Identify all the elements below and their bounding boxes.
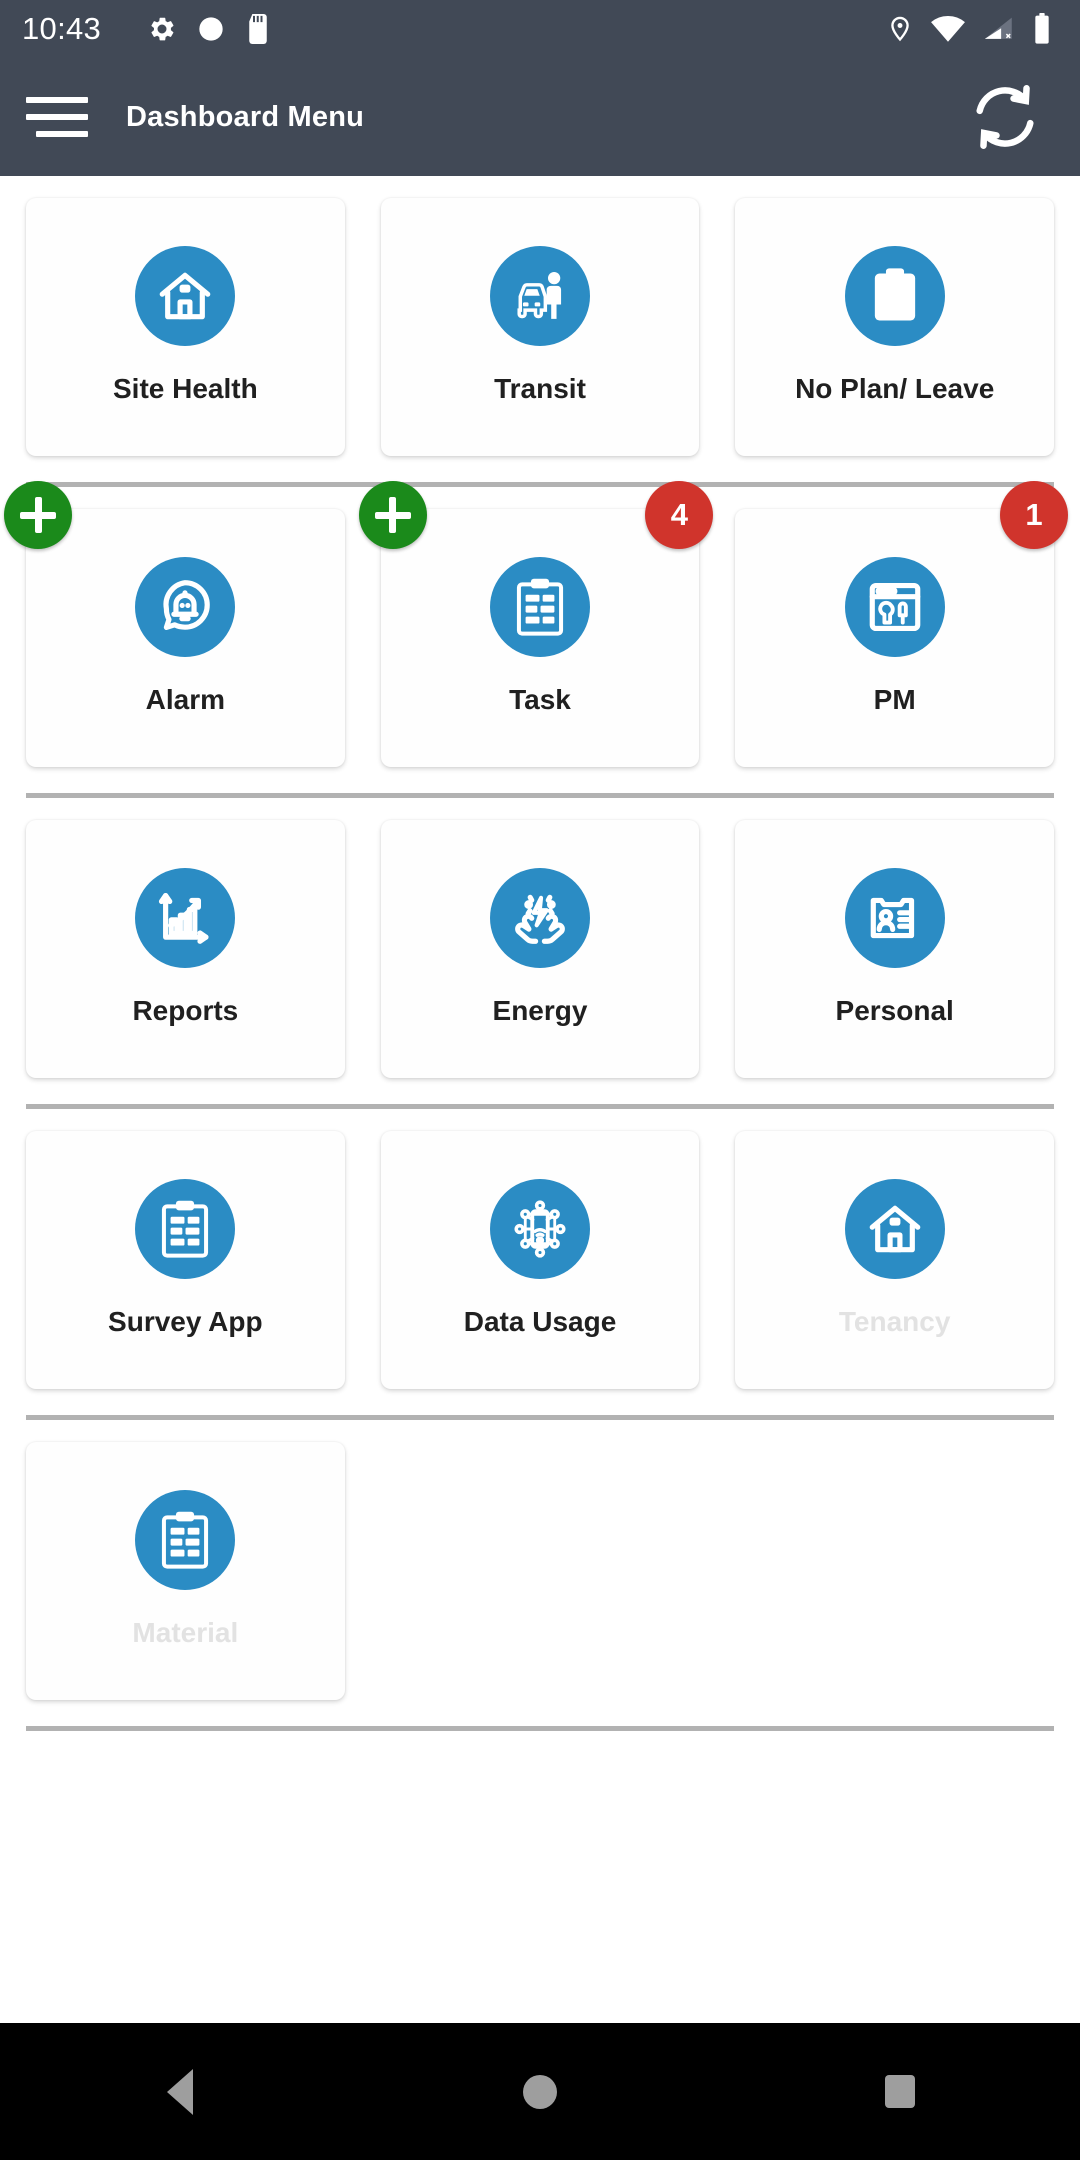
dashboard-row: Reports Energy Personal <box>0 798 1080 1078</box>
row-divider <box>26 1726 1054 1731</box>
dashboard-card-label: Task <box>509 684 571 715</box>
clipboard-survey-icon <box>135 1490 236 1590</box>
dashboard-card-tenancy: Tenancy <box>735 1131 1055 1389</box>
home-button[interactable] <box>480 2023 600 2160</box>
dashboard-cell-no-plan-leave: No Plan/ Leave <box>735 198 1055 456</box>
dashboard-cell-transit: Transit <box>380 198 700 456</box>
circle-icon <box>197 15 225 43</box>
dashboard-card-label: Material <box>132 1617 239 1648</box>
dashboard-card-label: PM <box>873 684 916 715</box>
dashboard-card-label: Personal <box>835 995 954 1026</box>
home-circle-icon <box>523 2074 557 2109</box>
dashboard-row: Site Health Transit No Plan/ Leave <box>0 176 1080 456</box>
house-icon <box>844 1179 945 1279</box>
dashboard-card-label: Transit <box>494 373 586 404</box>
dashboard-card-data-usage[interactable]: Data Usage <box>380 1131 700 1389</box>
hamburger-line <box>26 114 88 120</box>
dashboard-card-label: Site Health <box>112 373 258 404</box>
badge-count-task: 4 <box>645 481 714 549</box>
wifi-icon <box>930 15 966 43</box>
dashboard-card-survey-app[interactable]: Survey App <box>26 1131 345 1389</box>
android-navigation-bar <box>0 2023 1080 2160</box>
dashboard-cell-data-usage: Data Usage <box>380 1131 700 1389</box>
dashboard-cell-task: Task 4 <box>358 481 714 767</box>
dashboard-row: Alarm Task 4 PM 1 <box>0 481 1080 767</box>
dashboard-card-energy[interactable]: Energy <box>380 820 700 1078</box>
sd-card-icon <box>245 14 271 44</box>
dashboard-card-label: Survey App <box>108 1306 263 1337</box>
dashboard-row-cells: Material <box>26 1420 1054 1700</box>
back-triangle-icon <box>167 2068 193 2115</box>
maintenance-tools-icon <box>844 557 945 657</box>
clipboard-survey-icon <box>135 1179 236 1279</box>
dashboard-card-label: Reports <box>132 995 239 1026</box>
clipboard-list-icon <box>490 557 590 657</box>
dashboard-row-cells: Reports Energy Personal <box>26 798 1055 1078</box>
dashboard-card-task[interactable]: Task <box>380 509 700 767</box>
cellular-no-signal-icon <box>982 15 1016 43</box>
dashboard-card-material: Material <box>26 1442 345 1700</box>
hamburger-line <box>36 131 88 137</box>
dashboard-cell-energy: Energy <box>380 820 700 1078</box>
dashboard-row-cells: Alarm Task 4 PM 1 <box>4 481 1069 767</box>
dashboard-cell-reports: Reports <box>26 820 345 1078</box>
dashboard-card-transit[interactable]: Transit <box>380 198 700 456</box>
dashboard-row-cells: Site Health Transit No Plan/ Leave <box>26 176 1055 456</box>
sync-refresh-icon[interactable] <box>964 76 1046 158</box>
dashboard-cell-pm: PM 1 <box>735 481 1069 767</box>
dashboard-cell-survey-app: Survey App <box>26 1131 345 1389</box>
add-alarm-button[interactable] <box>4 481 72 549</box>
dashboard-card-alarm[interactable]: Alarm <box>26 509 345 767</box>
dashboard-card-personal[interactable]: Personal <box>735 820 1055 1078</box>
status-bar-left: 10:43 <box>22 11 271 47</box>
dashboard-grid: Site Health Transit No Plan/ Leave Alarm <box>0 176 1080 2023</box>
id-card-icon <box>844 868 945 968</box>
bell-alert-icon <box>135 557 236 657</box>
add-task-button[interactable] <box>358 481 427 549</box>
dashboard-card-label: Energy <box>492 995 588 1026</box>
bar-chart-growth-icon <box>135 868 236 968</box>
recents-square-icon <box>885 2075 915 2108</box>
house-icon <box>135 246 236 346</box>
phone-screen: 10:43 Dashboard Menu Site Health Transit… <box>0 0 1080 2160</box>
recents-button[interactable] <box>840 2023 960 2160</box>
phone-network-icon <box>490 1179 590 1279</box>
back-button[interactable] <box>120 2023 240 2160</box>
status-bar-clock: 10:43 <box>22 11 102 46</box>
dashboard-card-site-health[interactable]: Site Health <box>26 198 345 456</box>
dashboard-cell-personal: Personal <box>735 820 1055 1078</box>
dashboard-cell-alarm: Alarm <box>4 481 345 767</box>
clipboard-blank-icon <box>844 246 945 346</box>
app-bar: Dashboard Menu <box>0 58 1080 176</box>
dashboard-cell-tenancy: Tenancy <box>735 1131 1055 1389</box>
hamburger-line <box>26 97 88 103</box>
gear-icon <box>147 14 177 44</box>
badge-count-pm: 1 <box>1000 481 1069 549</box>
status-bar: 10:43 <box>0 0 1080 58</box>
hamburger-menu-icon[interactable] <box>26 97 88 137</box>
status-bar-right <box>886 13 1058 45</box>
dashboard-row: Survey App Data Usage Tenancy <box>0 1109 1080 1389</box>
dashboard-card-no-plan-leave[interactable]: No Plan/ Leave <box>735 198 1055 456</box>
car-person-icon <box>490 246 590 346</box>
page-title: Dashboard Menu <box>126 100 365 133</box>
dashboard-card-reports[interactable]: Reports <box>26 820 345 1078</box>
dashboard-card-label: Data Usage <box>463 1306 617 1337</box>
dashboard-cell-material: Material <box>26 1442 345 1700</box>
dashboard-card-label: No Plan/ Leave <box>795 373 995 404</box>
dashboard-row: Material <box>0 1420 1080 1700</box>
hands-lightning-icon <box>490 868 590 968</box>
dashboard-card-label: Alarm <box>145 684 226 715</box>
dashboard-row-cells: Survey App Data Usage Tenancy <box>26 1109 1055 1389</box>
location-pin-icon <box>886 13 914 45</box>
dashboard-card-pm[interactable]: PM <box>735 509 1055 767</box>
dashboard-card-label: Tenancy <box>838 1306 951 1337</box>
dashboard-cell-site-health: Site Health <box>26 198 345 456</box>
battery-icon <box>1032 13 1052 45</box>
